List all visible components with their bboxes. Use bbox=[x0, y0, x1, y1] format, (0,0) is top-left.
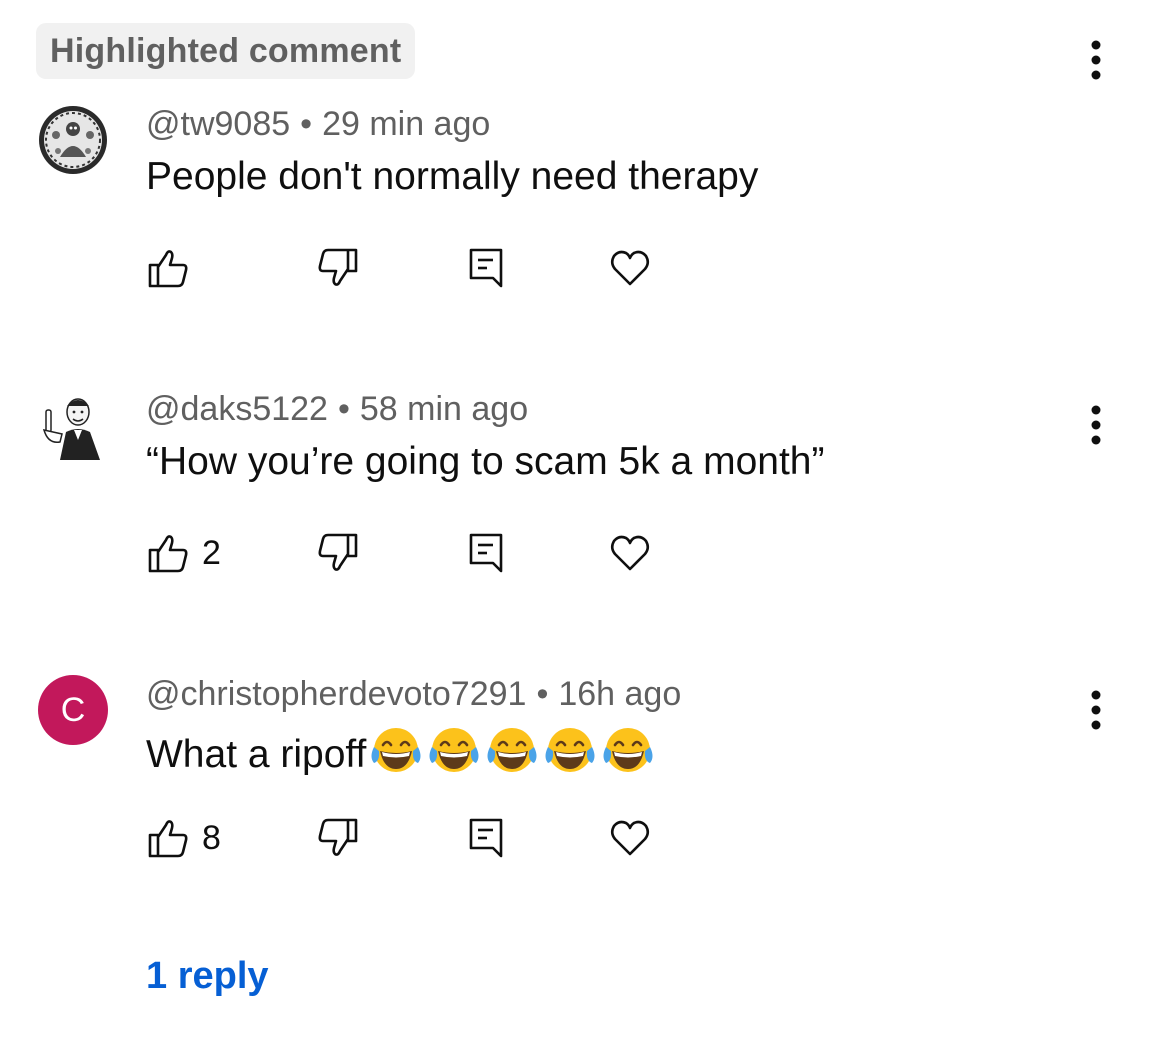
comment-reply-icon bbox=[469, 818, 503, 858]
separator-dot: • bbox=[300, 105, 313, 143]
thumbs-up-icon bbox=[148, 250, 188, 288]
tears-of-joy-emoji bbox=[487, 728, 537, 772]
reply-button[interactable] bbox=[466, 528, 506, 578]
heart-button[interactable] bbox=[608, 813, 652, 863]
comment-reply-icon bbox=[469, 533, 503, 573]
comment-meta: @christopherdevoto7291 • 16h ago bbox=[146, 675, 681, 714]
emoji-row bbox=[366, 728, 656, 776]
comment-reply-icon bbox=[469, 248, 503, 288]
thumbs-down-icon bbox=[318, 248, 358, 286]
more-options-icon[interactable] bbox=[1076, 30, 1116, 90]
tears-of-joy-emoji bbox=[545, 728, 595, 772]
heart-button[interactable] bbox=[608, 528, 652, 578]
thumbs-up-icon bbox=[148, 535, 188, 573]
avatar[interactable]: C bbox=[38, 675, 108, 745]
comment-actions bbox=[146, 243, 666, 293]
like-count: 2 bbox=[202, 533, 221, 572]
avatar[interactable] bbox=[38, 390, 108, 460]
tears-of-joy-emoji bbox=[371, 728, 421, 772]
author-name[interactable]: @daks5122 bbox=[146, 390, 328, 428]
comment-actions: 8 bbox=[146, 813, 666, 863]
separator-dot: • bbox=[536, 675, 549, 713]
heart-icon bbox=[610, 820, 650, 856]
author-name[interactable]: @tw9085 bbox=[146, 105, 290, 143]
heart-icon bbox=[610, 535, 650, 571]
more-options-icon[interactable] bbox=[1076, 680, 1116, 740]
thumbs-up-icon bbox=[148, 820, 188, 858]
like-button[interactable] bbox=[146, 243, 190, 293]
comment-text-content: What a ripoff bbox=[146, 733, 367, 776]
avatar[interactable] bbox=[38, 105, 108, 175]
dislike-button[interactable] bbox=[316, 813, 360, 863]
comment-meta: @tw9085 • 29 min ago bbox=[146, 105, 490, 144]
tears-of-joy-emoji bbox=[429, 728, 479, 772]
comment-text: What a ripoff bbox=[146, 725, 656, 777]
like-count: 8 bbox=[202, 818, 221, 857]
thumbs-down-icon bbox=[318, 818, 358, 856]
tears-of-joy-emoji bbox=[603, 728, 653, 772]
comment-item: @tw9085 • 29 min ago People don't normally… bbox=[0, 105, 1170, 390]
comment-time[interactable]: 29 min ago bbox=[322, 105, 490, 143]
heart-icon bbox=[610, 250, 650, 286]
like-button[interactable]: 2 bbox=[146, 528, 221, 578]
view-replies-link[interactable]: 1 reply bbox=[146, 955, 269, 998]
comment-meta: @daks5122 • 58 min ago bbox=[146, 390, 528, 429]
reply-button[interactable] bbox=[466, 813, 506, 863]
comment-item: @daks5122 • 58 min ago “How you’re going t… bbox=[0, 390, 1170, 675]
comment-time[interactable]: 58 min ago bbox=[360, 390, 528, 428]
comment-item: C @christopherdevoto7291 • 16h ago What a … bbox=[0, 675, 1170, 960]
dislike-button[interactable] bbox=[316, 528, 360, 578]
author-name[interactable]: @christopherdevoto7291 bbox=[146, 675, 526, 713]
thumbs-down-icon bbox=[318, 533, 358, 571]
dislike-button[interactable] bbox=[316, 243, 360, 293]
like-button[interactable]: 8 bbox=[146, 813, 221, 863]
more-options-icon[interactable] bbox=[1076, 395, 1116, 455]
highlighted-comment-badge: Highlighted comment bbox=[36, 23, 416, 79]
comment-text: People don't normally need therapy bbox=[146, 155, 759, 198]
heart-button[interactable] bbox=[608, 243, 652, 293]
reply-button[interactable] bbox=[466, 243, 506, 293]
separator-dot: • bbox=[337, 390, 350, 428]
comment-text: “How you’re going to scam 5k a month” bbox=[146, 440, 825, 483]
comment-time[interactable]: 16h ago bbox=[558, 675, 681, 713]
comment-actions: 2 bbox=[146, 528, 666, 578]
